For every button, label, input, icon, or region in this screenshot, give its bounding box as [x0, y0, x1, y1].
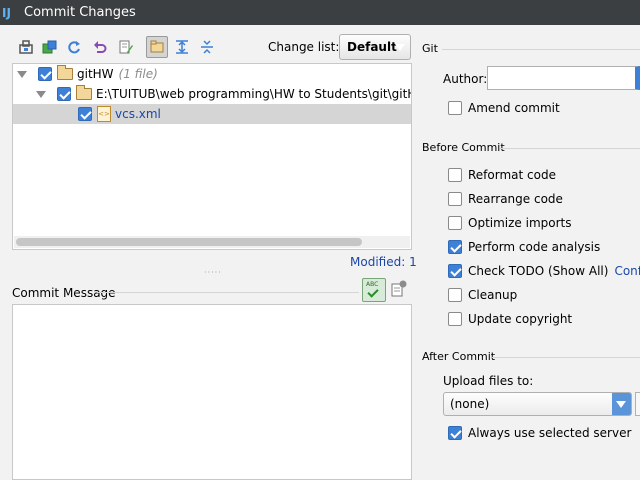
expand-all-icon[interactable]: [172, 37, 192, 57]
update-copyright-checkbox[interactable]: [448, 312, 462, 326]
configure-link[interactable]: Configu: [614, 264, 640, 278]
author-label: Author:: [443, 72, 488, 86]
divider: [442, 49, 640, 50]
amend-commit-checkbox[interactable]: [448, 101, 462, 115]
amend-commit-option[interactable]: Amend commit: [448, 101, 560, 115]
refresh-icon[interactable]: [64, 37, 84, 57]
chevron-down-icon[interactable]: [612, 393, 631, 415]
optimize-imports-checkbox[interactable]: [448, 216, 462, 230]
collapse-all-icon[interactable]: [197, 37, 217, 57]
expand-triangle-icon[interactable]: [36, 90, 46, 98]
modified-count: Modified: 1: [350, 255, 417, 269]
window-title: Commit Changes: [24, 5, 136, 20]
after-commit-section-title: After Commit: [422, 350, 496, 363]
folder-checkbox[interactable]: [57, 87, 71, 101]
change-list-select[interactable]: Default: [339, 34, 411, 60]
title-bar: IJ Commit Changes: [0, 0, 640, 25]
divider: [500, 148, 640, 149]
update-copyright-option[interactable]: Update copyright: [448, 312, 572, 326]
always-use-server-checkbox[interactable]: [448, 426, 462, 440]
upload-server-value: (none): [450, 397, 490, 411]
upload-server-select[interactable]: (none): [443, 392, 632, 416]
perform-code-analysis-checkbox[interactable]: [448, 240, 462, 254]
tree-row-file[interactable]: <> vcs.xml: [13, 104, 411, 124]
expand-triangle-icon[interactable]: [17, 70, 27, 78]
folder-label: E:\TUITUB\web programming\HW to Students…: [96, 87, 412, 101]
author-input[interactable]: [487, 66, 640, 90]
splitter-grip[interactable]: ·····: [204, 268, 222, 277]
xml-file-icon: <>: [97, 106, 111, 122]
rearrange-code-label: Rearrange code: [468, 192, 563, 206]
cleanup-checkbox[interactable]: [448, 288, 462, 302]
show-diff-icon[interactable]: [16, 37, 36, 57]
move-to-changelist-icon[interactable]: [40, 37, 60, 57]
reformat-code-checkbox[interactable]: [448, 168, 462, 182]
file-label: vcs.xml: [115, 107, 161, 121]
before-commit-section-title: Before Commit: [422, 141, 505, 154]
perform-code-analysis-label: Perform code analysis: [468, 240, 601, 254]
update-copyright-label: Update copyright: [468, 312, 573, 326]
git-section-title: Git: [422, 42, 438, 55]
perform-code-analysis-option[interactable]: Perform code analysis: [448, 240, 600, 254]
check-todo-checkbox[interactable]: [448, 264, 462, 278]
intellij-app-icon: IJ: [2, 5, 11, 20]
reformat-code-option[interactable]: Reformat code: [448, 168, 556, 182]
tree-horizontal-scrollbar[interactable]: [14, 236, 410, 248]
root-file-count: (1 file): [118, 67, 158, 81]
commit-message-label: Commit Message: [12, 286, 116, 300]
chevron-down-icon: [395, 44, 405, 51]
always-use-server-label: Always use selected server: [468, 426, 632, 440]
module-folder-icon: [57, 65, 73, 80]
root-checkbox[interactable]: [38, 67, 52, 81]
root-label: gitHW: [77, 67, 114, 81]
tree-row-root[interactable]: gitHW (1 file): [13, 64, 411, 84]
rearrange-code-checkbox[interactable]: [448, 192, 462, 206]
optimize-imports-option[interactable]: Optimize imports: [448, 216, 572, 230]
cleanup-option[interactable]: Cleanup: [448, 288, 517, 302]
reformat-code-label: Reformat code: [468, 168, 556, 182]
revert-icon[interactable]: [90, 37, 110, 57]
folder-icon: [76, 85, 92, 100]
check-todo-label: Check TODO (Show All): [468, 264, 609, 278]
rearrange-code-option[interactable]: Rearrange code: [448, 192, 563, 206]
commit-message-history-icon[interactable]: [391, 280, 407, 298]
edit-source-icon[interactable]: [116, 37, 136, 57]
changes-tree[interactable]: gitHW (1 file) E:\TUITUB\web programming…: [12, 63, 412, 250]
optimize-imports-label: Optimize imports: [468, 216, 572, 230]
browse-server-button[interactable]: [635, 392, 640, 416]
divider: [97, 292, 359, 293]
check-todo-option[interactable]: Check TODO (Show All) Configu: [448, 264, 640, 278]
file-checkbox[interactable]: [78, 107, 92, 121]
amend-commit-label: Amend commit: [468, 101, 560, 115]
group-by-directory-icon[interactable]: [146, 36, 168, 58]
change-list-label: Change list:: [268, 40, 340, 54]
spellcheck-icon[interactable]: ABC: [362, 278, 386, 302]
commit-message-textarea[interactable]: [12, 304, 412, 480]
scrollbar-thumb[interactable]: [16, 238, 362, 246]
change-list-value: Default: [347, 40, 397, 54]
divider: [492, 357, 640, 358]
always-use-server-option[interactable]: Always use selected server: [448, 426, 631, 440]
cleanup-label: Cleanup: [468, 288, 518, 302]
tree-row-folder[interactable]: E:\TUITUB\web programming\HW to Students…: [13, 84, 411, 104]
upload-files-label: Upload files to:: [443, 374, 534, 388]
